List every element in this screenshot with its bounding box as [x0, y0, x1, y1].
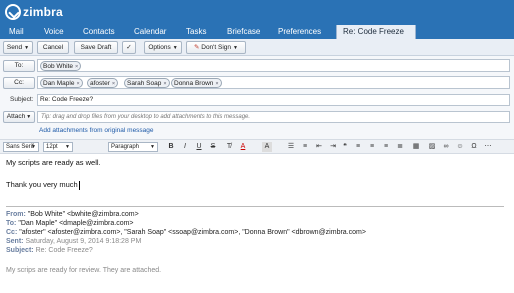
spellcheck-button[interactable]: ✓ — [122, 41, 136, 54]
compose-toolbar: Send ▼ Cancel Save Draft ✓ Options ▼ ✎ Don… — [0, 39, 514, 56]
remove-icon[interactable]: × — [215, 81, 218, 87]
chevron-down-icon: ▼ — [172, 45, 178, 51]
quoted-sent: Sent: Saturday, August 9, 2014 9:18:28 P… — [6, 238, 142, 245]
options-button[interactable]: Options ▼ — [144, 41, 182, 54]
recipient-chip[interactable]: Dan Maple × — [40, 78, 83, 88]
tab-calendar[interactable]: Calendar — [128, 25, 172, 39]
strikethrough-icon[interactable]: S — [208, 142, 218, 152]
insert-image-icon[interactable]: ▨ — [427, 142, 437, 152]
quote-divider — [6, 206, 504, 207]
emoticon-icon[interactable]: ☺ — [455, 142, 465, 152]
quoted-text: My scrips are ready for review. They are… — [6, 267, 162, 274]
body-line-1: My scripts are ready as well. — [6, 158, 101, 167]
chevron-down-icon: ▼ — [31, 144, 36, 150]
tab-contacts[interactable]: Contacts — [77, 25, 121, 39]
format-toolbar: Sans Serif ▼ 12pt ▼ Paragraph ▼ B I U S T̸ … — [0, 139, 514, 154]
remove-icon[interactable]: × — [75, 64, 78, 70]
tab-mail[interactable]: Mail — [3, 25, 30, 39]
outdent-icon[interactable]: ⇤ — [314, 142, 324, 152]
cc-button[interactable]: Cc: — [3, 77, 35, 89]
text-cursor — [78, 180, 80, 190]
remove-icon[interactable]: × — [163, 81, 166, 87]
subject-input[interactable]: Re: Code Freeze? — [37, 94, 510, 106]
quoted-cc: Cc: "afoster" <afoster@zimbra.com>, "Sar… — [6, 229, 366, 236]
recipient-chip[interactable]: Sarah Soap × — [124, 78, 170, 88]
address-area: To: Bob White × Cc: Dan Maple × afoster × S… — [0, 56, 514, 149]
text-color-icon[interactable]: A — [238, 142, 248, 152]
numbered-list-icon[interactable]: ≡ — [300, 142, 310, 152]
align-left-icon[interactable]: ≡ — [353, 142, 363, 152]
subject-label: Subject: — [10, 96, 34, 103]
app-tabs: Mail Voice Contacts Calendar Tasks Brief… — [0, 25, 514, 51]
recipient-chip[interactable]: afoster × — [87, 78, 119, 88]
attachment-dropzone[interactable]: Tip: drag and drop files from your deskt… — [37, 111, 510, 123]
cc-field[interactable]: Dan Maple × afoster × Sarah Soap × Donna Br… — [37, 76, 510, 89]
dont-sign-button[interactable]: ✎ Don't Sign ▼ — [186, 41, 246, 54]
tab-briefcase[interactable]: Briefcase — [221, 25, 266, 39]
recipient-chip[interactable]: Donna Brown × — [171, 78, 222, 88]
highlight-color-icon[interactable]: A — [262, 142, 272, 152]
remove-icon[interactable]: × — [76, 81, 79, 87]
chevron-down-icon: ▼ — [65, 144, 70, 150]
indent-icon[interactable]: ⇥ — [328, 142, 338, 152]
brand-name: zimbra — [23, 5, 63, 19]
tab-voice[interactable]: Voice — [38, 25, 70, 39]
align-center-icon[interactable]: ≡ — [367, 142, 377, 152]
paragraph-select[interactable]: Paragraph ▼ — [108, 142, 158, 152]
align-right-icon[interactable]: ≡ — [381, 142, 391, 152]
signature-icon: ✎ — [193, 44, 200, 51]
zimbra-logo-icon — [5, 4, 21, 20]
tab-re-code-freeze[interactable]: Re: Code Freeze× — [336, 25, 416, 51]
font-size-select[interactable]: 12pt ▼ — [43, 142, 73, 152]
zimbra-logo[interactable]: zimbra — [5, 4, 63, 20]
tab-preferences[interactable]: Preferences — [272, 25, 327, 39]
message-body[interactable]: My scripts are ready as well. Thank you … — [0, 154, 514, 293]
font-family-select[interactable]: Sans Serif ▼ — [3, 142, 39, 152]
bold-icon[interactable]: B — [166, 142, 176, 152]
add-original-attachments-link[interactable]: Add attachments from original message — [39, 127, 154, 134]
attach-button[interactable]: Attach▼ — [3, 111, 35, 123]
quoted-from: From: "Bob White" <bwhite@zimbra.com> — [6, 211, 139, 218]
italic-icon[interactable]: I — [180, 142, 190, 152]
recipient-chip[interactable]: Bob White × — [40, 61, 82, 71]
send-button[interactable]: Send ▼ — [3, 41, 33, 54]
tab-tasks[interactable]: Tasks — [180, 25, 212, 39]
spellcheck-icon: ✓ — [126, 44, 132, 51]
special-char-icon[interactable]: Ω — [469, 142, 479, 152]
to-field[interactable]: Bob White × — [37, 59, 510, 72]
chevron-down-icon: ▼ — [233, 45, 238, 51]
blockquote-icon[interactable]: ❝ — [340, 142, 350, 152]
insert-link-icon[interactable]: ∞ — [441, 142, 451, 152]
cancel-button[interactable]: Cancel — [37, 41, 69, 54]
more-options-icon[interactable]: ⋯ — [483, 142, 493, 152]
quoted-to: To: "Dan Maple" <dmaple@zimbra.com> — [6, 220, 134, 227]
bullet-list-icon[interactable]: ☰ — [286, 142, 296, 152]
body-line-2: Thank you very much — [6, 180, 80, 190]
chevron-down-icon: ▼ — [24, 45, 30, 51]
chevron-down-icon: ▼ — [150, 144, 155, 150]
remove-icon[interactable]: × — [112, 81, 115, 87]
quoted-subject: Subject: Re: Code Freeze? — [6, 247, 93, 254]
clear-format-icon[interactable]: T̸ — [224, 142, 234, 152]
insert-table-icon[interactable]: ▦ — [411, 142, 421, 152]
align-justify-icon[interactable]: ≣ — [395, 142, 405, 152]
chevron-down-icon: ▼ — [26, 114, 32, 120]
save-draft-button[interactable]: Save Draft — [74, 41, 118, 54]
to-button[interactable]: To: — [3, 60, 35, 72]
top-bar: zimbra — [0, 0, 514, 25]
underline-icon[interactable]: U — [194, 142, 204, 152]
